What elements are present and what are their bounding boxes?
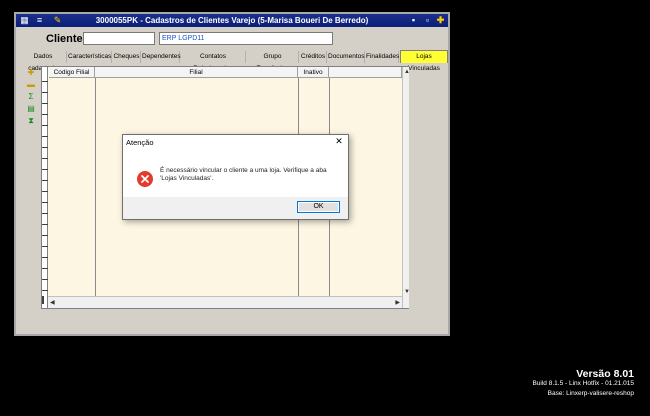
tab-finalidades[interactable]: Finalidades [366, 51, 399, 63]
filter-icon[interactable]: ⧗ [26, 116, 36, 125]
build-label: Build 8.1.5 - Linx Hotfix - 01.21.015 [532, 380, 634, 387]
client-tag-field[interactable]: ERP LGPD11 [159, 32, 333, 45]
column-header-inativo[interactable]: Inativo [298, 67, 329, 78]
side-toolbar: ✚ ▬ Σ ▤ ⧗ [24, 66, 38, 306]
version-label: Versão 8.01 [576, 368, 634, 380]
dialog-message: É necessário vincular o cliente a uma lo… [160, 167, 327, 182]
scroll-right-icon[interactable]: ▶ [395, 300, 400, 306]
minimize-icon[interactable]: ▪ [408, 15, 419, 26]
window-titlebar: ▦ ≡ ✎ 3000055PK - Cadastros de Clientes … [16, 14, 448, 27]
ok-button[interactable]: OK [297, 201, 340, 213]
tab-grupo-economico[interactable]: Grupo Econômico [247, 51, 299, 72]
desktop: ▦ ≡ ✎ 3000055PK - Cadastros de Clientes … [0, 0, 650, 416]
scroll-left-icon[interactable]: ◀ [50, 300, 55, 306]
tab-cheques[interactable]: Cheques [113, 51, 141, 63]
window-title: 3000055PK - Cadastros de Clientes Varejo… [95, 16, 369, 25]
tab-lojas-vinculadas[interactable]: Lojas Vinculadas [400, 50, 448, 72]
client-label: Cliente [46, 33, 83, 45]
export-icon[interactable]: ▤ [26, 104, 36, 113]
scroll-down-icon[interactable]: ▼ [404, 289, 410, 295]
restore-icon[interactable]: ▫ [422, 15, 433, 26]
column-header-codigo-filial[interactable]: Codigo Filial [49, 67, 95, 78]
column-header-filial[interactable]: Filial [95, 67, 298, 78]
close-icon[interactable]: ✕ [334, 136, 344, 147]
row-indicator-column [42, 67, 48, 308]
vertical-scrollbar[interactable]: ▲ ▼ [402, 67, 410, 308]
add-record-icon[interactable]: ✚ [26, 68, 36, 77]
attention-dialog: Atenção ✕ É necessário vincular o client… [122, 134, 349, 220]
tab-dados-cadastrais[interactable]: Dados cadastrais [20, 51, 67, 72]
column-header-blank [329, 67, 402, 78]
new-record-icon[interactable]: ✚ [435, 15, 446, 26]
tab-caracteristicas[interactable]: Características [68, 51, 112, 63]
dialog-footer: OK [123, 197, 348, 219]
delete-record-icon[interactable]: ▬ [26, 80, 36, 89]
tab-documentos[interactable]: Documentos [328, 51, 365, 63]
scroll-up-icon[interactable]: ▲ [404, 69, 410, 75]
base-label: Base: Linxerp-valisere-reshop [547, 390, 634, 397]
sum-icon[interactable]: Σ [26, 92, 36, 101]
horizontal-scrollbar[interactable]: ◀ ▶ [48, 296, 402, 308]
tab-bar: Dados cadastrais Características Cheques… [20, 50, 448, 72]
client-code-field[interactable] [83, 32, 155, 45]
tab-creditos[interactable]: Créditos [300, 51, 327, 63]
tab-contatos-relacionados[interactable]: Contatos Relacionados [181, 51, 246, 72]
dialog-title: Atenção [126, 138, 154, 147]
error-icon [137, 171, 153, 187]
tab-dependentes[interactable]: Dependentes [142, 51, 181, 63]
